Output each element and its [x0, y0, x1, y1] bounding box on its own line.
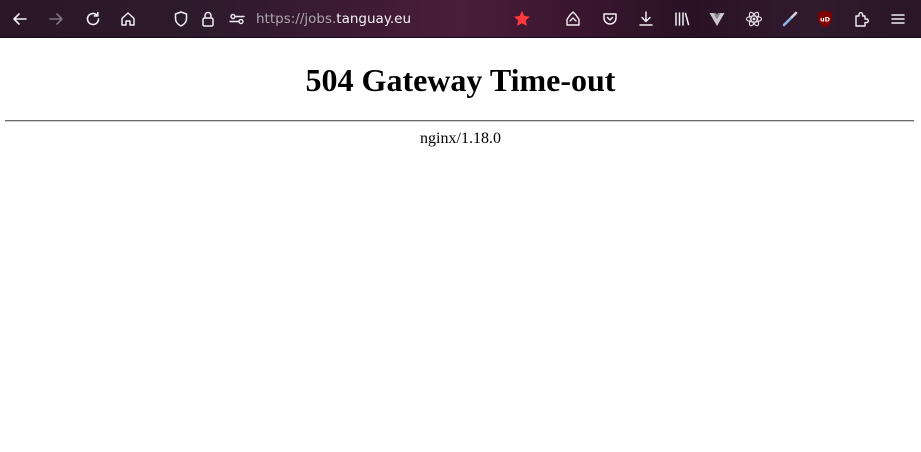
ublock-origin-icon[interactable]: uD: [813, 7, 837, 31]
browser-toolbar: https://jobs.tanguay.eu uD: [0, 0, 921, 38]
library-icon[interactable]: [670, 7, 694, 31]
url-host: tanguay.eu: [336, 11, 412, 27]
server-signature: nginx/1.18.0: [420, 130, 501, 147]
reload-icon[interactable]: [81, 7, 105, 31]
error-title: 504 Gateway Time-out: [305, 62, 616, 98]
extensions-icon[interactable]: [850, 7, 874, 31]
home-icon[interactable]: [116, 7, 140, 31]
downloads-icon[interactable]: [634, 7, 658, 31]
permissions-icon[interactable]: [225, 7, 249, 31]
page-content: 504 Gateway Time-out nginx/1.18.0: [0, 38, 921, 452]
url-bar[interactable]: https://jobs.tanguay.eu: [256, 9, 411, 29]
url-protocol: https://jobs.: [256, 11, 337, 27]
color-picker-icon[interactable]: [778, 7, 802, 31]
pocket-icon[interactable]: [598, 7, 622, 31]
menu-icon[interactable]: [886, 7, 910, 31]
shield-icon[interactable]: [169, 7, 193, 31]
react-devtools-icon[interactable]: [742, 7, 766, 31]
horizontal-rule: [5, 120, 914, 122]
lock-icon[interactable]: [196, 7, 220, 31]
bookmark-star-icon[interactable]: [510, 7, 534, 31]
back-icon[interactable]: [8, 7, 32, 31]
reader-mode-icon[interactable]: [561, 7, 585, 31]
svg-text:uD: uD: [820, 16, 831, 24]
vue-devtools-icon[interactable]: [705, 7, 729, 31]
forward-icon[interactable]: [44, 7, 68, 31]
